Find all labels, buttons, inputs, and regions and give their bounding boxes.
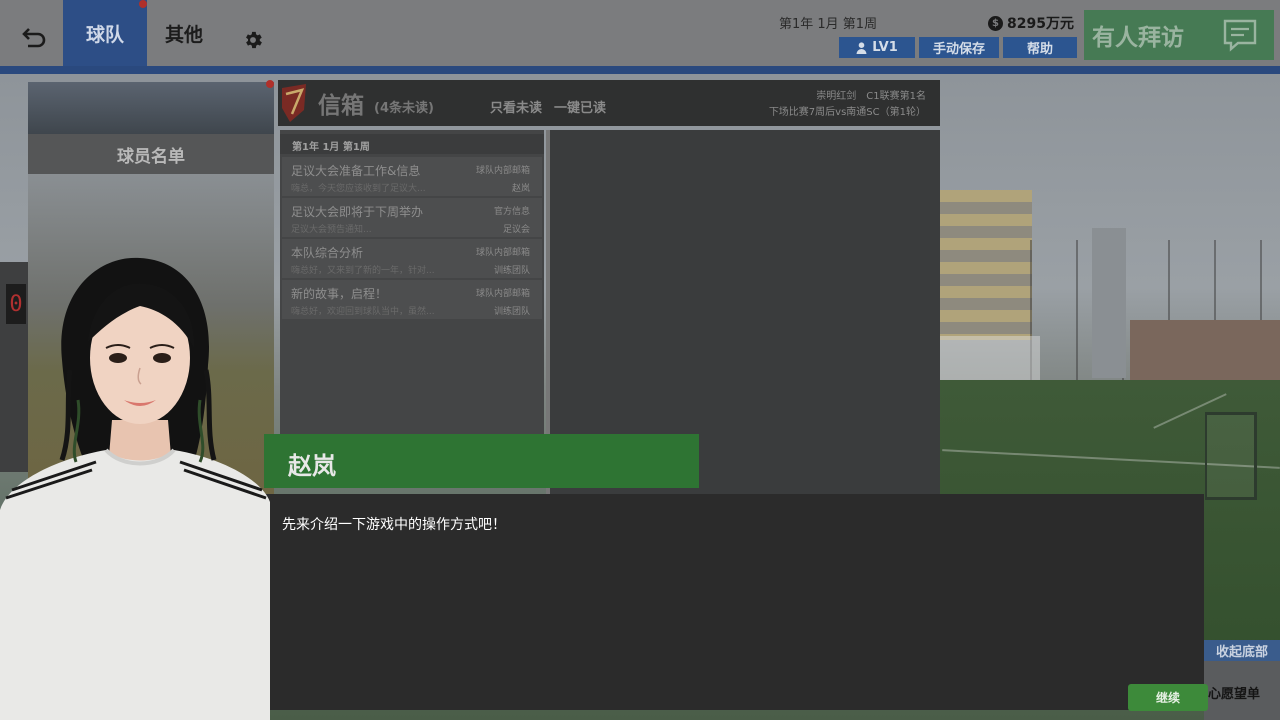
tab-other[interactable]: 其他 [147,0,221,66]
collapse-bottom-button[interactable]: 收起底部 [1204,640,1280,661]
money-value: 8295万元 [1007,16,1074,32]
visitor-label: 有人拜访 [1092,25,1184,51]
tab-team[interactable]: 球队 [63,0,147,66]
mail-subject: 本队综合分析 [291,246,364,260]
tab-other-label: 其他 [164,23,203,46]
mail-list: 第1年 1月 第1周 足议大会准备工作&信息 嗨总，今天您应该收到了足议大...… [280,130,544,436]
wish-list-label[interactable]: 心愿望单 [1208,683,1260,702]
next-match: 下场比赛7周后vs南通SC（第1轮） [768,107,926,118]
mail-subject: 足议大会准备工作&信息 [291,164,421,178]
mail-item[interactable]: 新的故事，启程！ 嗨总好，欢迎回到球队当中，虽然... 球队内部邮箱 训练团队 [282,280,542,319]
mail-source: 球队内部邮箱 [475,248,530,258]
mail-item[interactable]: 本队综合分析 嗨总好，又来到了新的一年，针对... 球队内部邮箱 训练团队 [282,239,542,278]
notification-dot [266,80,274,88]
unread-only-button[interactable]: 只看未读 [490,97,542,116]
mail-source: 球队内部邮箱 [475,166,530,176]
notification-dot [139,0,147,8]
mail-source: 官方信息 [493,207,530,217]
mark-all-read-button[interactable]: 一键已读 [554,97,606,116]
manual-save-label: 手动保存 [932,42,985,57]
level-button[interactable]: LV1 [839,37,915,58]
mail-subject: 新的故事，启程！ [291,287,388,301]
user-icon [856,41,867,54]
continue-button[interactable]: 继续 [1128,684,1208,711]
help-label: 帮助 [1026,42,1053,57]
goal-post [1205,412,1257,500]
floodlight-tower [1092,228,1126,378]
speaker-name: 赵岚 [264,434,699,488]
club-info: 崇明红剑 C1联赛第1名 下场比赛7周后vs南通SC（第1轮） [769,89,926,121]
mail-item[interactable]: 足议大会准备工作&信息 嗨总，今天您应该收到了足议大... 球队内部邮箱 赵岚 [282,157,542,196]
club-crest-icon [282,84,306,122]
mail-sender: 足议会 [502,225,530,235]
player-photo [28,82,274,134]
money-display: $ 8295万元 [988,13,1074,33]
mail-preview: 嗨总，今天您应该收到了足议大... [291,184,426,194]
character-portrait [0,257,270,720]
top-bar-divider [0,66,1280,74]
mail-preview: 足议大会预告通知... [291,225,372,235]
roster-title: 球员名单 [28,134,274,174]
mail-preview: 嗨总好，欢迎回到球队当中，虽然... [291,307,435,317]
chat-bubble-icon [1223,19,1257,52]
dialog-text: 先来介绍一下游戏中的操作方式吧！ [282,517,506,533]
coin-icon: $ [988,15,1003,31]
mail-source: 球队内部邮箱 [475,289,530,299]
club-standing: 崇明红剑 C1联赛第1名 [816,91,926,102]
mail-item[interactable]: 足议大会即将于下周举办 足议大会预告通知... 官方信息 足议会 [282,198,542,237]
unread-count: (4条未读) [374,101,434,116]
manual-save-button[interactable]: 手动保存 [919,37,999,58]
tab-team-label: 球队 [85,23,124,46]
mail-preview: 嗨总好，又来到了新的一年，针对... [291,266,435,276]
game-date: 第1年 1月 第1周 [779,17,878,32]
mail-sender: 赵岚 [511,184,530,194]
mail-subject: 足议大会即将于下周举办 [291,205,424,219]
mail-sender: 训练团队 [493,307,530,317]
building [940,190,1032,340]
house [1130,320,1280,380]
visitor-button[interactable]: 有人拜访 [1084,10,1274,60]
mail-sender: 训练团队 [493,266,530,276]
inbox-title: 信箱 [318,93,364,119]
mail-list-date: 第1年 1月 第1周 [280,134,544,154]
level-label: LV1 [872,40,898,55]
gear-icon[interactable] [242,29,264,51]
back-arrow-icon[interactable] [16,22,50,56]
help-button[interactable]: 帮助 [1003,37,1077,58]
